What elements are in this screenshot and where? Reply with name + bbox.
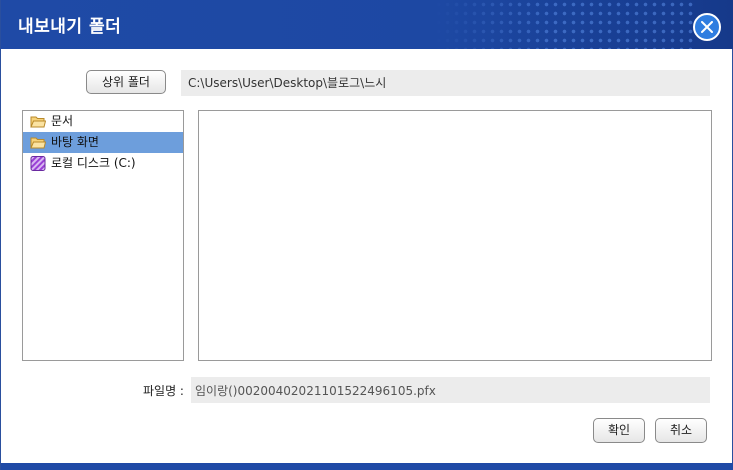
title-bar: 내보내기 폴더: [1, 0, 733, 49]
tree-item-label: 바탕 화면: [51, 135, 99, 149]
cancel-button[interactable]: 취소: [655, 418, 707, 443]
ok-button[interactable]: 확인: [593, 418, 645, 443]
folder-icon: [30, 116, 46, 128]
folder-tree: 문서 바탕 화면 로컬 디스크 (C:): [22, 110, 184, 361]
close-button[interactable]: [693, 13, 721, 41]
tree-item-desktop[interactable]: 바탕 화면: [23, 132, 183, 153]
tree-item-label: 문서: [51, 114, 74, 128]
file-list[interactable]: [198, 110, 712, 361]
folder-icon: [30, 137, 46, 149]
bottom-border: [1, 463, 733, 470]
tree-item-label: 로컬 디스크 (C:): [51, 156, 136, 170]
current-path: C:\Users\User\Desktop\블로그\느시: [181, 70, 710, 96]
close-icon: [701, 21, 713, 33]
title-bar-pattern: [434, 0, 694, 49]
dialog-title: 내보내기 폴더: [18, 17, 122, 37]
filename-input[interactable]: [191, 377, 710, 403]
up-folder-button[interactable]: 상위 폴더: [86, 70, 166, 94]
tree-item-local-disk[interactable]: 로컬 디스크 (C:): [23, 153, 183, 174]
drive-icon: [30, 156, 46, 171]
export-folder-dialog: 내보내기 폴더 상위 폴더 C:\Users\User\Desktop\블로그\…: [0, 0, 733, 470]
filename-label: 파일명 :: [143, 384, 184, 398]
tree-item-documents[interactable]: 문서: [23, 111, 183, 132]
